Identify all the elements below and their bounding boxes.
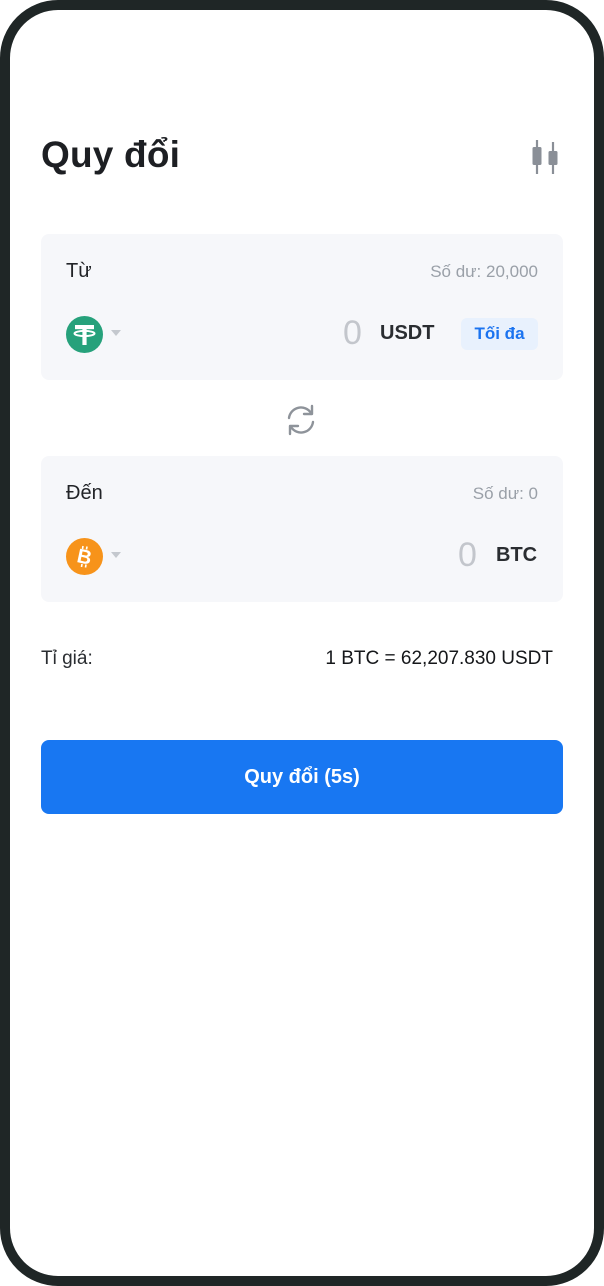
tether-icon[interactable]	[66, 316, 103, 353]
max-button[interactable]: Tối đa	[461, 318, 538, 350]
phone-frame: Quy đổi Từ Số dư: 20,000 0 USDT Tối đa Đ…	[0, 0, 604, 1286]
from-balance: Số dư: 20,000	[430, 262, 538, 281]
from-card: Từ Số dư: 20,000 0 USDT Tối đa	[41, 234, 563, 380]
to-balance: Số dư: 0	[472, 484, 538, 503]
coin-select-caret-icon[interactable]	[111, 330, 121, 336]
to-currency: BTC	[496, 544, 538, 566]
to-label: Đến	[66, 482, 103, 504]
to-amount-input[interactable]: 0	[458, 536, 477, 575]
from-amount-input[interactable]: 0	[343, 314, 362, 353]
bitcoin-icon[interactable]: B	[66, 538, 103, 575]
candlestick-chart-icon[interactable]	[528, 138, 562, 176]
coin-select-caret-icon[interactable]	[111, 552, 121, 558]
from-label: Từ	[66, 260, 92, 282]
from-currency: USDT	[380, 322, 435, 344]
swap-refresh-icon[interactable]	[282, 401, 320, 439]
rate-value: 1 BTC = 62,207.830 USDT	[325, 648, 553, 669]
page-title: Quy đổi	[41, 134, 181, 175]
to-card: Đến Số dư: 0 B 0 BTC	[41, 456, 563, 602]
rate-label: Tỉ giá:	[41, 648, 93, 669]
convert-button[interactable]: Quy đổi (5s)	[41, 740, 563, 814]
